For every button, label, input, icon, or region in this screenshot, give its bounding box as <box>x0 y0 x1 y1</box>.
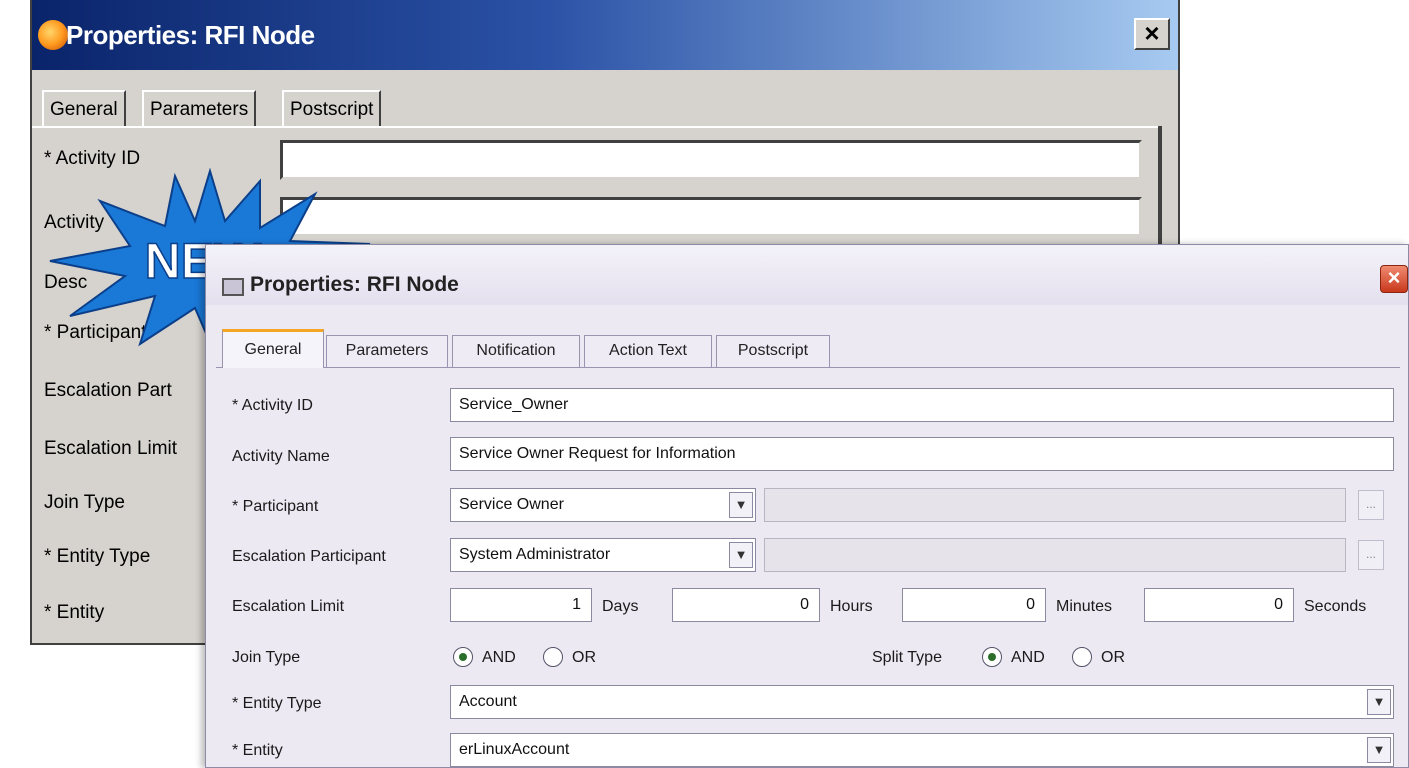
join-type-and-radio[interactable] <box>453 647 473 667</box>
old-activity-id-input[interactable] <box>280 140 1142 180</box>
escalation-minutes-input[interactable]: 0 <box>902 588 1046 622</box>
label-join-type: Join Type <box>232 649 301 666</box>
label-escalation-limit: Escalation Limit <box>232 598 345 615</box>
tab-general[interactable]: General <box>222 329 324 368</box>
tab-divider <box>216 367 1400 368</box>
entity-value: erLinuxAccount <box>459 741 570 758</box>
label-participant: * Participant <box>232 498 319 515</box>
old-dialog-title: Properties: RFI Node <box>66 20 315 50</box>
tab-notification[interactable]: Notification <box>452 335 580 367</box>
label-split-type: Split Type <box>872 649 942 666</box>
label-entity-type: * Entity Type <box>232 695 322 712</box>
escalation-participant-value: System Administrator <box>459 546 611 563</box>
old-label-escalation-limit: Escalation Limit <box>44 438 178 459</box>
old-tab-divider <box>32 126 1162 128</box>
old-activity-name-input[interactable] <box>280 197 1142 237</box>
old-label-escalation-participant: Escalation Part <box>44 380 172 401</box>
label-escalation-participant: Escalation Participant <box>232 548 386 565</box>
hours-label: Hours <box>830 598 873 615</box>
chevron-down-icon[interactable]: ▼ <box>729 492 753 518</box>
old-close-button[interactable]: × <box>1134 18 1170 50</box>
label-activity-id: * Activity ID <box>232 397 313 414</box>
entity-select[interactable]: erLinuxAccount ▼ <box>450 733 1394 767</box>
join-type-and-label: AND <box>482 649 516 666</box>
close-button[interactable]: × <box>1380 265 1408 293</box>
activity-id-input[interactable]: Service_Owner <box>450 388 1394 422</box>
escalation-hours-input[interactable]: 0 <box>672 588 820 622</box>
label-activity-name: Activity Name <box>232 448 330 465</box>
escalation-days-input[interactable]: 1 <box>450 588 592 622</box>
old-tab-parameters[interactable]: Parameters <box>142 90 257 128</box>
escalation-participant-browse-button[interactable]: ... <box>1358 540 1384 570</box>
split-type-or-label: OR <box>1101 649 1125 666</box>
participant-value: Service Owner <box>459 496 564 513</box>
old-tab-general[interactable]: General <box>42 90 126 128</box>
escalation-participant-select[interactable]: System Administrator ▼ <box>450 538 756 572</box>
escalation-seconds-input[interactable]: 0 <box>1144 588 1294 622</box>
old-tab-postscript[interactable]: Postscript <box>282 90 382 128</box>
new-title-bar: Properties: RFI Node × <box>206 245 1408 305</box>
old-label-join-type: Join Type <box>44 492 125 513</box>
old-title-bar: Properties: RFI Node × <box>32 0 1178 70</box>
app-logo-icon <box>38 20 68 50</box>
new-dialog-title: Properties: RFI Node <box>250 273 459 296</box>
split-type-or-radio[interactable] <box>1072 647 1092 667</box>
activity-name-input[interactable]: Service Owner Request for Information <box>450 437 1394 471</box>
tab-parameters[interactable]: Parameters <box>326 335 448 367</box>
old-label-entity: * Entity <box>44 602 105 623</box>
join-type-or-radio[interactable] <box>543 647 563 667</box>
chevron-down-icon[interactable]: ▼ <box>729 542 753 568</box>
entity-type-value: Account <box>459 693 517 710</box>
minutes-label: Minutes <box>1056 598 1113 615</box>
join-type-or-label: OR <box>572 649 596 666</box>
participant-detail-field <box>764 488 1346 522</box>
split-type-and-radio[interactable] <box>982 647 1002 667</box>
new-properties-dialog: Properties: RFI Node × General Parameter… <box>205 244 1409 768</box>
days-label: Days <box>602 598 639 615</box>
participant-select[interactable]: Service Owner ▼ <box>450 488 756 522</box>
seconds-label: Seconds <box>1304 598 1367 615</box>
window-icon <box>222 278 244 296</box>
tab-postscript[interactable]: Postscript <box>716 335 830 367</box>
label-entity: * Entity <box>232 742 283 759</box>
chevron-down-icon[interactable]: ▼ <box>1367 689 1391 715</box>
entity-type-select[interactable]: Account ▼ <box>450 685 1394 719</box>
escalation-participant-detail-field <box>764 538 1346 572</box>
old-label-entity-type: * Entity Type <box>44 546 151 567</box>
participant-browse-button[interactable]: ... <box>1358 490 1384 520</box>
tab-action-text[interactable]: Action Text <box>584 335 712 367</box>
chevron-down-icon[interactable]: ▼ <box>1367 737 1391 763</box>
split-type-and-label: AND <box>1011 649 1045 666</box>
